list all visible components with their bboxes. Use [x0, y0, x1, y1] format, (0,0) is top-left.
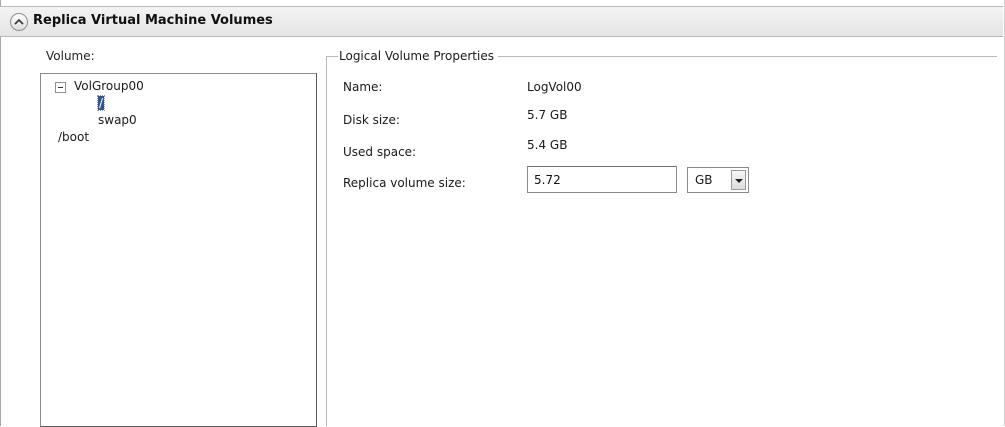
disk-size-value: 5.7 GB — [527, 108, 568, 122]
group-border-tick — [326, 56, 332, 57]
chevron-down-icon[interactable] — [731, 170, 746, 190]
tree-node-root-label: / — [96, 95, 106, 111]
tree-node-root[interactable]: / — [96, 95, 106, 111]
panel-header: Replica Virtual Machine Volumes — [0, 6, 1003, 37]
replica-volume-size-label: Replica volume size: — [343, 176, 466, 190]
disk-size-label: Disk size: — [343, 113, 400, 127]
used-space-value: 5.4 GB — [527, 138, 568, 152]
tree-node-boot[interactable]: /boot — [58, 130, 89, 144]
used-space-label: Used space: — [343, 145, 417, 159]
unit-select-value: GB — [695, 173, 713, 187]
unit-select[interactable]: GB — [687, 167, 749, 193]
panel-title: Replica Virtual Machine Volumes — [33, 13, 273, 28]
tree-node-swap[interactable]: swap0 — [98, 113, 137, 127]
group-legend: Logical Volume Properties — [338, 49, 498, 63]
name-value: LogVol00 — [527, 80, 582, 94]
volume-tree[interactable]: VolGroup00 / swap0 /boot — [40, 73, 317, 427]
replica-volume-size-input[interactable] — [527, 166, 677, 193]
chevron-up-icon[interactable] — [10, 13, 28, 31]
minus-box-icon[interactable] — [55, 82, 66, 93]
tree-node-volgroup[interactable]: VolGroup00 — [74, 79, 144, 93]
volume-label: Volume: — [46, 49, 95, 63]
name-label: Name: — [343, 80, 383, 94]
logical-volume-properties-group — [326, 56, 997, 426]
